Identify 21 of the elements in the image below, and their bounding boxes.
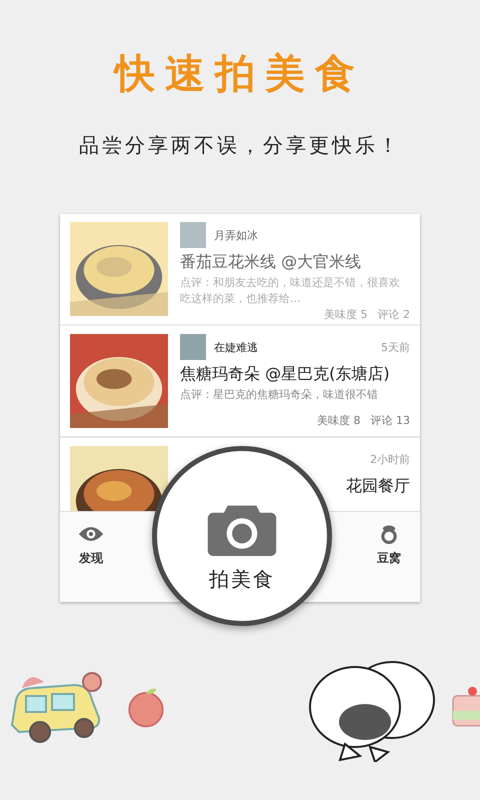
comment-count: 评论 2 <box>378 307 410 322</box>
avatar <box>180 222 206 248</box>
review-text: 点评：星巴克的焦糖玛奇朵，味道很不错 <box>180 387 379 403</box>
dish-title: 花园餐厅 <box>346 476 410 497</box>
tab-item[interactable]: 豆窝 <box>376 524 402 567</box>
taste-score: 美味度 8 <box>317 413 360 428</box>
user-name: 在婕难逃 <box>214 340 258 354</box>
review-text: 点评：和朋友去吃的，味道还是不错，很喜欢吃这样的菜，也推荐给... <box>180 275 401 307</box>
user-name: 月弄如冰 <box>214 228 258 242</box>
eye-icon <box>78 524 104 544</box>
avatar <box>180 334 206 360</box>
tab-label[interactable]: 拍美食 <box>209 566 275 592</box>
post-time: 5天前 <box>381 340 410 354</box>
dish-title: 番茄豆花米线 @大官米线 <box>180 252 362 273</box>
taste-score: 美味度 5 <box>324 307 368 322</box>
promo-title: 快速拍美食 <box>115 50 365 98</box>
post-time: 2小时前 <box>370 452 410 466</box>
comment-count: 评论 13 <box>370 413 410 428</box>
tab-item[interactable]: 发现 <box>78 524 104 567</box>
dish-title: 焦糖玛奇朵 @星巴克(东塘店) <box>180 364 391 385</box>
promo-subtitle: 品尝分享两不误，分享更快乐！ <box>79 132 401 158</box>
